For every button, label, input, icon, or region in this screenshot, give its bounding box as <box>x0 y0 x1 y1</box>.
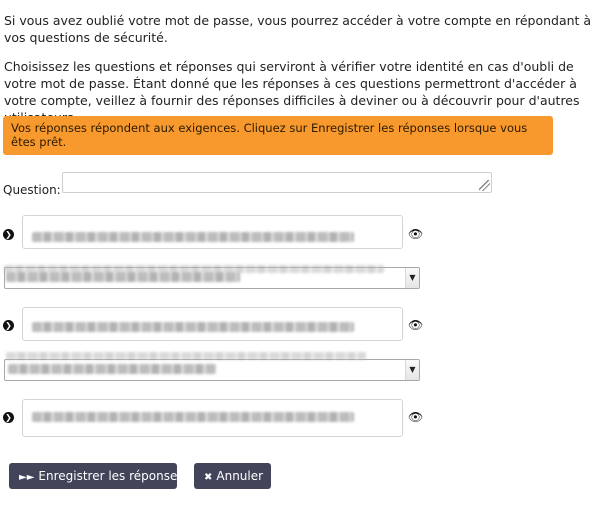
redacted-answer-1 <box>32 232 354 242</box>
redacted-select-3 <box>8 364 216 374</box>
arrow-circle-icon: ❯ <box>3 412 14 423</box>
cancel-button[interactable]: ✖ Annuler <box>194 463 271 489</box>
close-icon: ✖ <box>204 472 213 483</box>
chevron-down-icon: ▼ <box>405 360 419 380</box>
save-answers-label: Enregistrer les réponses <box>38 469 184 483</box>
redacted-answer-2 <box>32 322 354 332</box>
arrow-circle-icon: ❯ <box>3 320 14 331</box>
question-textarea[interactable] <box>62 172 492 193</box>
question-label: Question: <box>3 183 61 197</box>
redacted-answer-3 <box>32 412 354 422</box>
redacted-select-3-top <box>6 352 366 360</box>
status-alert: Vos réponses répondent aux exigences. Cl… <box>3 116 553 155</box>
save-answers-button[interactable]: ►► Enregistrer les réponses <box>9 463 184 489</box>
fast-forward-icon: ►► <box>19 472 35 483</box>
redacted-select-2 <box>6 272 240 282</box>
arrow-circle-icon: ❯ <box>3 229 14 240</box>
cancel-label: Annuler <box>216 469 264 483</box>
eye-icon[interactable]: 👁 <box>408 318 423 332</box>
eye-icon[interactable]: 👁 <box>408 410 423 424</box>
eye-icon[interactable]: 👁 <box>408 227 423 241</box>
resize-grip-icon[interactable] <box>479 180 490 191</box>
intro-paragraph-1: Si vous avez oublié votre mot de passe, … <box>4 13 592 45</box>
chevron-down-icon: ▼ <box>405 268 419 288</box>
